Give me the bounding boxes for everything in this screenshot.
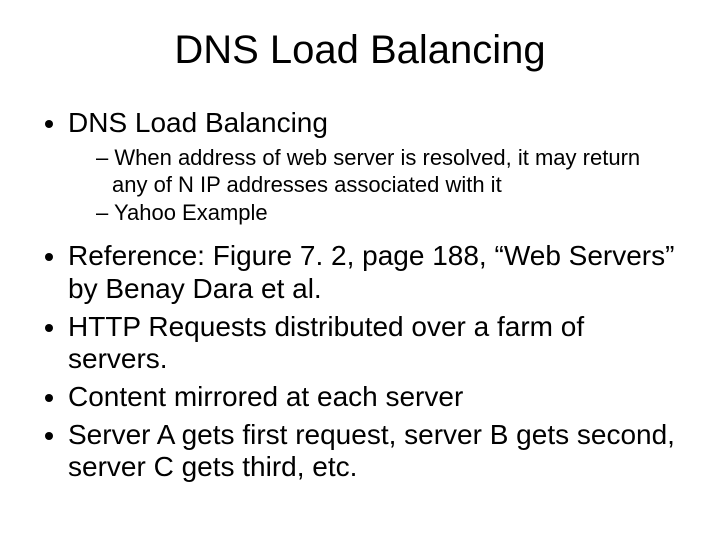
bullet-text: DNS Load Balancing <box>68 107 328 138</box>
bullet-item-5: Server A gets first request, server B ge… <box>68 419 680 483</box>
sub-bullet-list: When address of web server is resolved, … <box>68 145 680 226</box>
slide-title: DNS Load Balancing <box>40 28 680 73</box>
bullet-list: DNS Load Balancing When address of web s… <box>40 107 680 484</box>
bullet-item-3: HTTP Requests distributed over a farm of… <box>68 311 680 375</box>
slide: DNS Load Balancing DNS Load Balancing Wh… <box>0 0 720 540</box>
sub-bullet-item-1: When address of web server is resolved, … <box>96 145 680 198</box>
bullet-item-1: DNS Load Balancing When address of web s… <box>68 107 680 226</box>
sub-bullet-item-2: Yahoo Example <box>96 200 680 226</box>
bullet-item-2: Reference: Figure 7. 2, page 188, “Web S… <box>68 240 680 304</box>
bullet-item-4: Content mirrored at each server <box>68 381 680 413</box>
